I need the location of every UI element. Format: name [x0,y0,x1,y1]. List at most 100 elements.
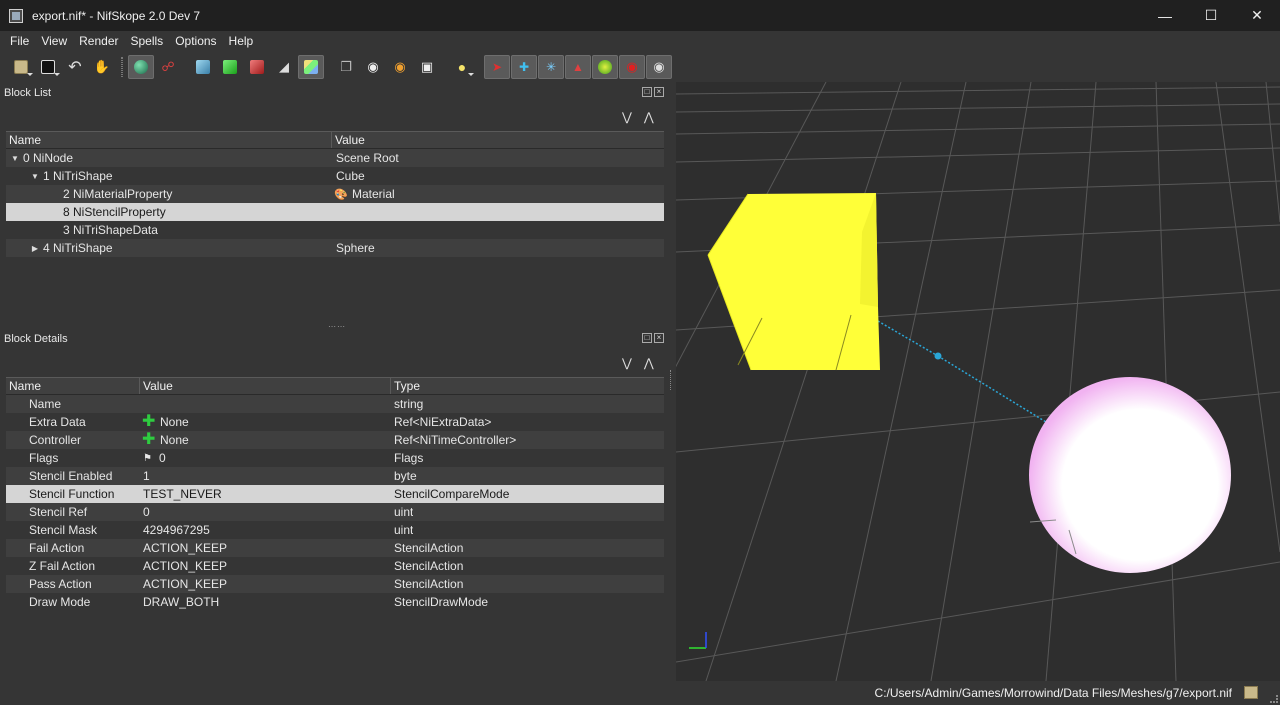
tree-row[interactable]: ▼ 0 NiNode Scene Root [6,149,664,167]
show-markers-button[interactable]: ▲ [565,54,591,79]
tree-row[interactable]: 2 NiMaterialProperty 🎨 Material [6,185,664,203]
menu-options[interactable]: Options [169,34,222,48]
expand-all-icon[interactable]: ⋁ [622,356,632,370]
view-side-button[interactable] [244,55,270,79]
node-tree-icon: ☍ [161,58,175,74]
detail-value[interactable]: None [160,433,189,447]
detail-value[interactable]: None [160,415,189,429]
panel-splitter-handle[interactable]: ⋯⋯ [328,322,346,331]
cube-mesh[interactable] [707,193,880,371]
detail-value[interactable]: DRAW_BOTH [140,593,391,611]
folder-icon [14,59,28,74]
detail-row[interactable]: Fail Action ACTION_KEEP StencilAction [6,539,664,557]
detail-value[interactable]: 0 [140,503,391,521]
flag-icon[interactable]: ⚑ [143,453,155,464]
detail-row-selected[interactable]: Stencil Function TEST_NEVER StencilCompa… [6,485,664,503]
column-value[interactable]: Value [140,378,391,394]
lighting-button[interactable]: ● [449,55,475,79]
view-top-button[interactable] [217,55,243,79]
plus-icon[interactable]: ✚ [142,414,156,430]
column-type[interactable]: Type [391,378,664,394]
detail-value[interactable]: 0 [159,451,166,465]
menu-help[interactable]: Help [223,34,260,48]
block-list-table: Name Value ▼ 0 NiNode Scene Root ▼ 1 NiTri… [6,131,664,257]
undo-button[interactable]: ↶ [62,55,88,79]
redo-button[interactable]: ✋ [89,55,115,79]
float-icon[interactable]: □ [642,87,652,97]
folder-icon[interactable] [1244,686,1258,699]
show-vertex-button[interactable]: ◉ [619,54,645,79]
view-user-button[interactable]: ◢ [271,55,297,79]
detail-name: Pass Action [29,577,92,591]
maximize-button[interactable]: ☐ [1188,0,1234,31]
collapse-all-icon[interactable]: ⋀ [644,110,654,124]
resize-grip[interactable] [1270,695,1278,703]
close-panel-icon[interactable]: × [654,333,664,343]
sphere-mesh[interactable] [1029,377,1231,573]
detail-value[interactable]: 4294967295 [140,521,391,539]
vertical-splitter-handle[interactable] [670,370,673,390]
detail-row[interactable]: Draw Mode DRAW_BOTH StencilDrawMode [6,593,664,611]
detail-row[interactable]: Stencil Enabled 1 byte [6,467,664,485]
node-pivot-marker[interactable] [934,352,942,360]
scene-canvas[interactable] [676,82,1280,681]
detail-value[interactable]: 1 [140,467,391,485]
column-name[interactable]: Name [6,132,332,148]
screenshot-button[interactable]: ▣ [414,55,440,79]
detail-row[interactable]: Pass Action ACTION_KEEP StencilAction [6,575,664,593]
view-front-button[interactable] [190,55,216,79]
tree-row[interactable]: 3 NiTriShapeData [6,221,664,239]
show-collision-button[interactable] [592,54,618,79]
detail-value[interactable] [140,395,391,413]
tree-row[interactable]: ▼ 1 NiTriShape Cube [6,167,664,185]
detail-value[interactable]: ACTION_KEEP [140,539,391,557]
walk-mode-button[interactable]: ❐ [333,55,359,79]
detail-row[interactable]: Extra Data ✚ None Ref<NiExtraData> [6,413,664,431]
menu-spells[interactable]: Spells [125,34,170,48]
detail-row[interactable]: Stencil Ref 0 uint [6,503,664,521]
menu-file[interactable]: File [4,34,35,48]
detail-row[interactable]: Flags ⚑ 0 Flags [6,449,664,467]
save-file-button[interactable] [35,55,61,79]
show-nodes-button[interactable]: ◉ [387,55,413,79]
column-value[interactable]: Value [332,132,664,148]
detail-row[interactable]: Name string [6,395,664,413]
detail-value[interactable]: ACTION_KEEP [140,575,391,593]
expanded-arrow-icon[interactable]: ▼ [30,172,40,181]
menu-view[interactable]: View [35,34,73,48]
tree-row[interactable]: ▶ 4 NiTriShape Sphere [6,239,664,257]
show-hidden-objects-button[interactable]: ◉ [646,54,672,79]
detail-row[interactable]: Z Fail Action ACTION_KEEP StencilAction [6,557,664,575]
render-viewport[interactable] [676,82,1280,681]
camera-icon: ▣ [420,58,434,74]
tree-mode-button[interactable]: ☍ [155,55,181,79]
open-file-button[interactable] [8,55,34,79]
expand-all-icon[interactable]: ⋁ [622,110,632,124]
show-axes-button[interactable]: ➤ [484,54,510,79]
collapsed-arrow-icon[interactable]: ▶ [30,244,40,253]
detail-value[interactable]: ACTION_KEEP [140,557,391,575]
detail-value[interactable]: TEST_NEVER [140,485,391,503]
show-constraints-button[interactable]: ✳ [538,54,564,79]
tree-row-value: Cube [336,169,365,183]
tree-row-selected[interactable]: 8 NiStencilProperty [6,203,664,221]
detail-row[interactable]: Stencil Mask 4294967295 uint [6,521,664,539]
close-button[interactable]: ✕ [1234,0,1280,31]
expanded-arrow-icon[interactable]: ▼ [10,154,20,163]
detail-name: Stencil Mask [29,523,98,537]
close-panel-icon[interactable]: × [654,87,664,97]
palette-icon: 🎨 [334,188,348,201]
select-mode-button[interactable] [128,54,154,79]
show-hidden-button[interactable]: ◉ [360,55,386,79]
view-walk-button[interactable] [298,54,324,79]
menu-render[interactable]: Render [73,34,124,48]
detail-row[interactable]: Controller ✚ None Ref<NiTimeController> [6,431,664,449]
collapse-all-icon[interactable]: ⋀ [644,356,654,370]
block-list-tree-buttons: ⋁ ⋀ [622,110,654,124]
plus-icon[interactable]: ✚ [142,432,156,448]
column-name[interactable]: Name [6,378,140,394]
minimize-button[interactable]: — [1142,0,1188,31]
show-gizmo-button[interactable]: ✚ [511,54,537,79]
block-list-dock-buttons: □ × [642,87,664,97]
float-icon[interactable]: □ [642,333,652,343]
